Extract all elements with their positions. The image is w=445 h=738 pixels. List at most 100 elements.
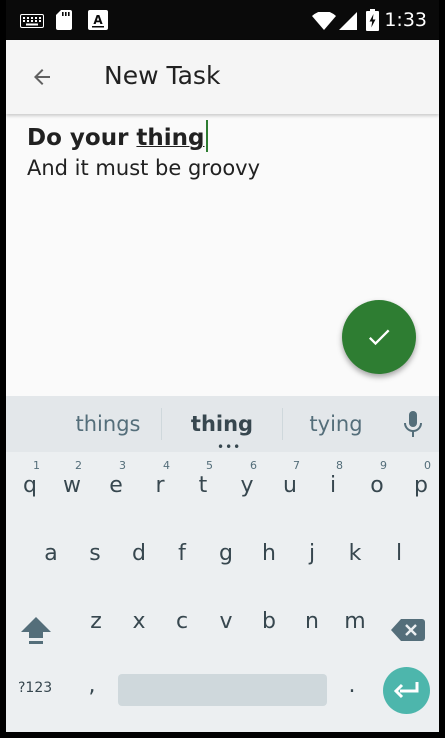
enter-icon [393,681,418,698]
suggestion-strip: things thing ••• tying [6,396,439,454]
key-row3-4[interactable]: b [249,594,289,650]
key-row2-6[interactable]: j [292,526,332,582]
key-row2-7[interactable]: k [335,526,375,582]
signal-icon [339,12,357,34]
key-label: e [109,473,123,498]
task-description-input[interactable]: And it must be groovy [27,156,260,180]
key-row1-5[interactable]: y6 [227,458,267,514]
period-key[interactable]: . [332,658,372,714]
task-title-text: Do your [27,125,137,151]
page-title: New Task [104,61,221,90]
key-number-hint: 2 [75,459,82,472]
key-label: m [344,609,366,634]
sd-card-icon [56,10,72,34]
arrow-back-icon [34,69,50,85]
shift-icon [21,617,51,644]
key-label: k [348,541,362,566]
microphone-icon[interactable] [403,411,423,439]
key-row1-2[interactable]: e3 [96,458,136,514]
composing-word: thing [136,125,205,151]
key-number-hint: 6 [250,459,257,472]
key-label: c [175,609,189,634]
key-number-hint: 5 [206,459,213,472]
key-row1-3[interactable]: r4 [140,458,180,514]
text-cursor [205,120,208,152]
comma-key[interactable]: , [72,658,112,714]
key-row3-5[interactable]: n [292,594,332,650]
status-bar: A 1:33 [6,0,439,40]
enter-key[interactable] [383,667,430,714]
key-row3-3[interactable]: v [206,594,246,650]
key-label: z [90,609,102,634]
key-label: x [132,609,146,634]
key-row1-7[interactable]: i8 [313,458,353,514]
shift-key[interactable] [16,602,56,658]
key-label: s [89,541,101,566]
status-time: 1:33 [384,9,427,31]
key-row2-5[interactable]: h [249,526,289,582]
key-number-hint: 1 [33,459,40,472]
key-label: r [155,473,165,498]
key-label: d [132,541,146,566]
app-bar: New Task [6,40,439,114]
key-number-hint: 8 [336,459,343,472]
key-label: p [414,473,428,498]
text-icon: A [88,10,108,34]
key-row3-2[interactable]: c [162,594,202,650]
key-label: h [262,541,276,566]
key-number-hint: 4 [163,459,170,472]
backspace-icon [391,619,425,641]
key-number-hint: 0 [424,459,431,472]
key-row2-0[interactable]: a [31,526,71,582]
key-label: n [305,609,319,634]
key-label: y [240,473,254,498]
suggestion-right[interactable]: tying [286,412,386,436]
suggestion-divider [282,408,283,440]
key-number-hint: 7 [293,459,300,472]
key-row3-1[interactable]: x [119,594,159,650]
task-title-input[interactable]: Do your thing [27,120,208,152]
phone-screen: A 1:33 New Task Do your thing And it mus… [6,0,439,732]
key-label: b [262,609,276,634]
key-row1-1[interactable]: w2 [52,458,92,514]
key-label: g [219,541,233,566]
key-row2-3[interactable]: f [162,526,202,582]
key-label: o [370,473,384,498]
key-label: u [283,473,297,498]
key-row2-1[interactable]: s [75,526,115,582]
back-button[interactable] [24,59,60,95]
save-task-button[interactable] [342,300,416,374]
key-label: l [395,541,403,566]
key-label: q [23,473,37,498]
key-row2-2[interactable]: d [119,526,159,582]
key-row3-0[interactable]: z [76,594,116,650]
key-label: t [198,473,208,498]
suggestion-center[interactable]: thing [172,412,272,436]
backspace-key[interactable] [386,602,430,658]
suggestion-divider [161,408,162,440]
suggestion-left[interactable]: things [58,412,158,436]
key-label: w [63,473,81,498]
battery-charging-icon [366,9,379,35]
soft-keyboard: things thing ••• tying q1w2e3r4t5y6u7i8o… [6,396,439,732]
key-row1-9[interactable]: p0 [401,458,439,514]
key-row1-4[interactable]: t5 [183,458,223,514]
more-suggestions-dots: ••• [217,440,242,454]
key-row3-6[interactable]: m [335,594,375,650]
key-label: v [219,609,233,634]
key-number-hint: 3 [119,459,126,472]
wifi-icon [312,11,336,34]
task-editor: Do your thing And it must be groovy [6,114,439,396]
key-row1-6[interactable]: u7 [270,458,310,514]
key-row1-0[interactable]: q1 [10,458,50,514]
check-icon [368,329,390,346]
symbols-key[interactable]: ?123 [18,680,52,696]
key-row2-8[interactable]: l [379,526,419,582]
key-row1-8[interactable]: o9 [357,458,397,514]
key-label: i [329,473,337,498]
key-label: j [308,541,316,566]
key-number-hint: 9 [380,459,387,472]
key-row2-4[interactable]: g [206,526,246,582]
spacebar[interactable] [118,674,327,706]
key-label: f [178,541,186,566]
